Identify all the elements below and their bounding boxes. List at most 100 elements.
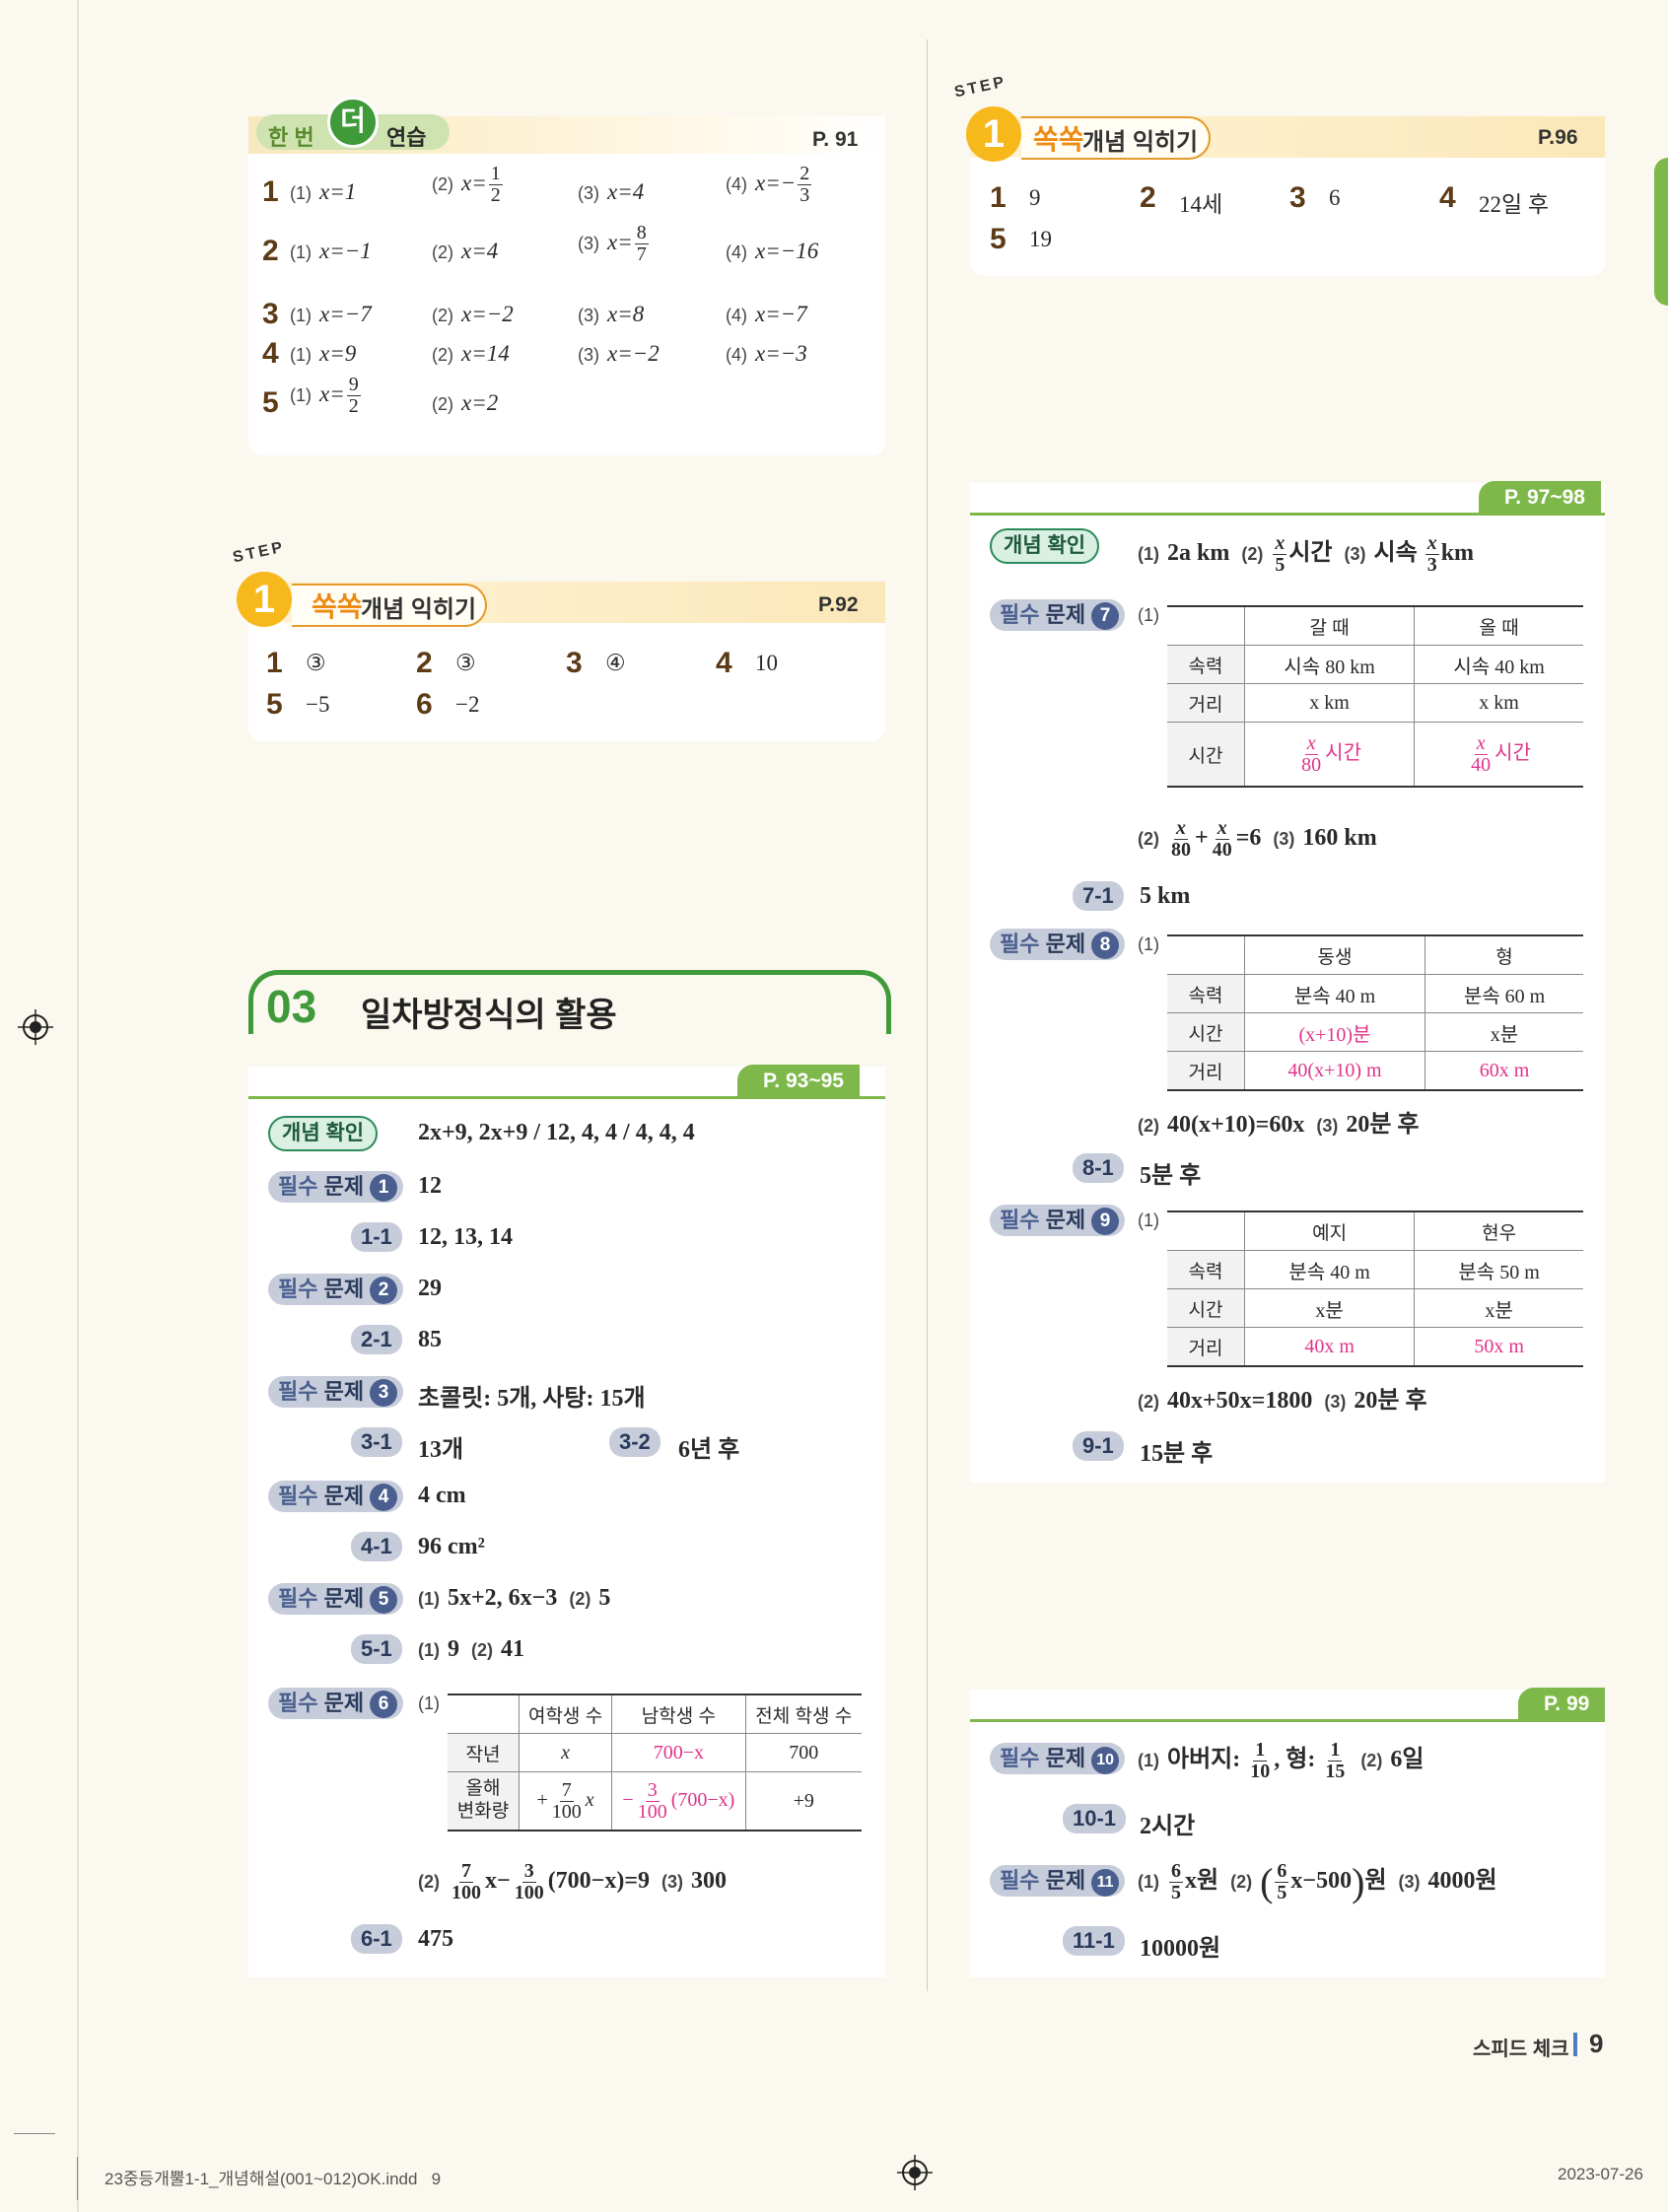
sub-9-1-label: 9-1 [1073, 1431, 1124, 1461]
left-margin-line [77, 0, 79, 2212]
hanbeon-answer: (3) x=4 [578, 179, 645, 204]
hanbeon-answer: (3) x=−2 [578, 341, 660, 366]
pilsu-8-label: 필수 문제 8 [990, 929, 1126, 960]
registration-mark-bottom [897, 2155, 933, 2190]
pilsu-7-sub1: (1) [1138, 605, 1159, 625]
sub-6-1-answer: 475 [418, 1926, 453, 1952]
pilsu-10-label: 필수 문제 10 [990, 1743, 1126, 1774]
pilsu-6-table: 여학생 수 남학생 수 전체 학생 수 작년 x 700−x 700 올해 변화량 +7 10… [448, 1694, 862, 1832]
center-divider [927, 39, 928, 1991]
step_p92-question-number: 5 [266, 688, 283, 721]
pilsu-9-part2: (2) 40x+50x=1800 (3) 20분 후 [1138, 1388, 1427, 1414]
sub-5-1-answer: (1) 9 (2) 41 [418, 1636, 524, 1662]
step_p92-answer-value: ③ [306, 651, 326, 675]
step_p92-question-number: 4 [716, 647, 732, 679]
step92-ssuk: 쏙쏙 [312, 591, 363, 622]
sub-5-1-label: 5-1 [351, 1634, 402, 1664]
sub-3-1-answer: 13개 [418, 1437, 464, 1463]
hanbeon-answer: (1) x=1 [290, 179, 357, 204]
pilsu-10-answer: (1) 아버지: 1 10, 형: 1 15 (2) 6일 [1138, 1738, 1425, 1782]
sub-4-1-label: 4-1 [351, 1532, 402, 1561]
step96-ssuk: 쏙쏙 [1033, 124, 1084, 155]
sub-10-1-label: 10-1 [1063, 1804, 1127, 1833]
pilsu-6-sub1: (1) [418, 1694, 440, 1713]
section-title: 일차방정식의 활용 [361, 997, 617, 1034]
hanbeon-answer: (2) x=4 [432, 239, 499, 263]
hanbeon-answer: (1) x=9 [290, 341, 357, 366]
step92-word: STEP [231, 538, 287, 567]
pilsu-11-answer: (1) 6 5 x원 (2)(6 5 x−500)원 (3) 4000원 [1138, 1860, 1497, 1904]
pilsu-9-label: 필수 문제 9 [990, 1205, 1126, 1236]
footer-file: 23중등개뿔1-1_개념해설(001~012)OK.indd 9 [104, 2170, 442, 2188]
step96-word: STEP [952, 73, 1008, 102]
sub-10-1-answer: 2시간 [1140, 1814, 1196, 1839]
right-a-page-tag: P. 97~98 [1479, 481, 1601, 515]
step_p96-answer-value: 19 [1029, 227, 1052, 251]
hanbeon-answer: (2) x= 1 2 [432, 163, 503, 206]
sub-11-1-label: 11-1 [1063, 1926, 1125, 1956]
sub-3-2-label: 3-2 [609, 1427, 660, 1457]
hanbeon-answer: (1) x=−1 [290, 239, 372, 263]
sub-8-1-answer: 5분 후 [1140, 1163, 1202, 1189]
step_p96-answer-value: 14세 [1179, 192, 1223, 217]
hanbeon-answer: (2) x=2 [432, 390, 499, 415]
footer-speed-check: 스피드 체크 [1473, 2039, 1569, 2060]
hanbeon-question-number: 4 [262, 337, 279, 370]
pilsu-4-label: 필수 문제 4 [268, 1481, 404, 1512]
step_p96-answer-value: 22일 후 [1479, 192, 1550, 217]
step_p92-answer-value: ④ [605, 651, 626, 675]
step96-page: P.96 [1538, 126, 1578, 149]
section-number: 03 [266, 981, 317, 1032]
step_p96-question-number: 1 [990, 181, 1007, 214]
step_p92-answer-value: −5 [306, 692, 330, 717]
hanbeon-answer: (4) x=−7 [726, 302, 807, 326]
hanbeon-answer: (4) x=−3 [726, 341, 807, 366]
step_p96-question-number: 3 [1289, 181, 1306, 214]
step_p96-question-number: 2 [1140, 181, 1156, 214]
step92-title: 개념 익히기 [361, 596, 477, 623]
hanbeon-page: P. 91 [812, 128, 859, 151]
step_p92-question-number: 2 [416, 647, 433, 679]
pilsu-3-label: 필수 문제 3 [268, 1376, 404, 1408]
pilsu-5-label: 필수 문제 5 [268, 1583, 404, 1615]
crop-line-left [14, 2133, 55, 2134]
hanbeon-answer: (4) x=−16 [726, 239, 819, 263]
step_p92-answer-value: −2 [455, 692, 480, 717]
left-gainyeom-text: 2x+9, 2x+9 / 12, 4, 4 / 4, 4, 4 [418, 1120, 695, 1145]
left-main-card [248, 1067, 885, 1977]
pilsu-7-table: 갈 때올 때 속력 시속 80 km 시속 40 km 거리 x km x km 시간 … [1167, 605, 1583, 788]
crop-line-left-v [77, 2157, 78, 2200]
pilsu-4-answer: 4 cm [418, 1483, 466, 1508]
footer-bar [1573, 2033, 1577, 2056]
step_p92-answer-value: ③ [455, 651, 476, 675]
hanbeon-card: 한 번 더 연습 P. 91 1 (1) x=1 (2) x= 1 2 (3) x=4 (4) x=… [248, 97, 885, 455]
hanbeon-left: 한 번 [268, 125, 314, 150]
hanbeon-mid-circle: 더 [327, 97, 379, 148]
step_p96-answer-value: 6 [1329, 185, 1341, 210]
sub-11-1-answer: 10000원 [1140, 1936, 1221, 1962]
step_p96-question-number: 4 [1439, 181, 1456, 214]
hanbeon-answer: (3) x= 8 7 [578, 222, 649, 265]
pilsu-3-answer: 초콜릿: 5개, 사탕: 15개 [418, 1386, 646, 1412]
footer-date: 2023-07-26 [1558, 2165, 1643, 2183]
step_p96-answer-value: 9 [1029, 185, 1041, 210]
step96-circle: 1 [966, 106, 1021, 162]
pilsu-6-label: 필수 문제 6 [268, 1688, 404, 1719]
pilsu-11-label: 필수 문제 11 [990, 1865, 1126, 1897]
pilsu-2-label: 필수 문제 2 [268, 1274, 404, 1305]
sub-9-1-answer: 15분 후 [1140, 1441, 1214, 1467]
pilsu-7-label: 필수 문제 7 [990, 599, 1126, 631]
sub-8-1-label: 8-1 [1073, 1153, 1124, 1183]
hanbeon-answer: (1) x= 9 2 [290, 374, 361, 417]
pilsu-8-part2: (2) 40(x+10)=60x (3) 20분 후 [1138, 1112, 1420, 1138]
right-gainyeom-text: (1) 2a km (2) x 5 시간 (3) 시속 x 3 km [1138, 531, 1475, 576]
hanbeon-answer: (2) x=−2 [432, 302, 514, 326]
sub-2-1-answer: 85 [418, 1327, 442, 1352]
sub-3-2-answer: 6년 후 [678, 1437, 740, 1463]
pilsu-2-answer: 29 [418, 1276, 442, 1301]
pilsu-6-part2: (2) 7 100 x− 3 100 (700−x)=9 (3) 300 [418, 1860, 728, 1903]
pilsu-9-sub1: (1) [1138, 1210, 1159, 1230]
pilsu-1-answer: 12 [418, 1173, 442, 1199]
sub-4-1-answer: 96 cm² [418, 1534, 485, 1559]
pilsu-9-table: 예지 현우 속력 분속 40 m 분속 50 m 시간 x분 x분 거리 40x m 50x … [1167, 1210, 1583, 1367]
